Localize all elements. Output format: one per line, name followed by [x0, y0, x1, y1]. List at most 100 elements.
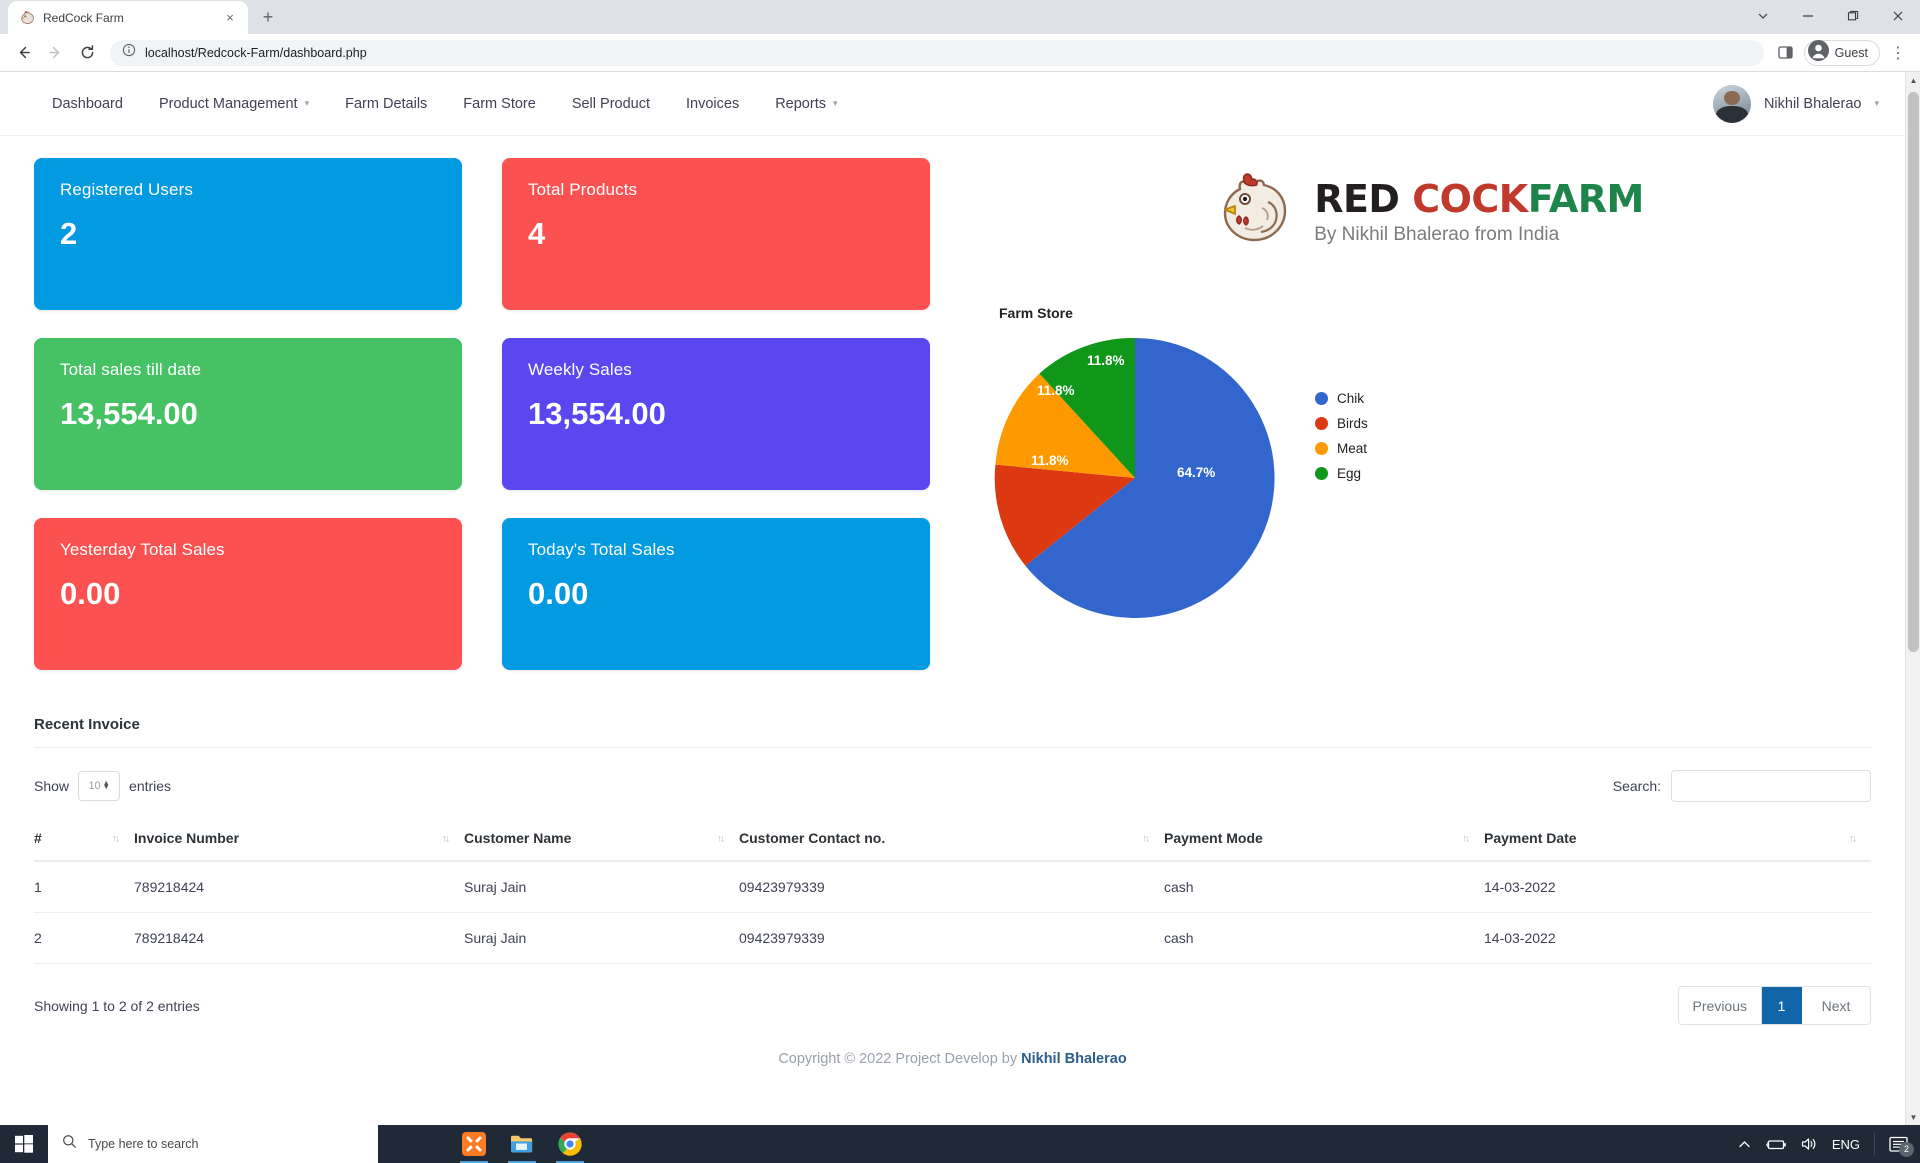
stat-card-total-products[interactable]: Total Products 4 — [502, 158, 930, 310]
show-label: Show — [34, 778, 70, 794]
side-panel-icon[interactable] — [1772, 39, 1800, 67]
chevron-down-icon: ▾ — [832, 98, 838, 108]
column-header-invoice-number[interactable]: Invoice Number ↑↓ — [134, 818, 464, 862]
cell-contact: 09423979339 — [739, 912, 1164, 964]
scrollbar-thumb[interactable] — [1908, 92, 1919, 652]
nav-item-farm-details[interactable]: Farm Details — [327, 88, 445, 120]
stat-card-title: Yesterday Total Sales — [60, 540, 225, 559]
xampp-icon[interactable] — [450, 1125, 498, 1163]
footer-copyright: Copyright © 2022 Project Develop by Nikh… — [34, 1029, 1871, 1083]
window-controls — [1740, 0, 1920, 32]
reload-icon[interactable] — [72, 38, 102, 68]
column-label: Invoice Number — [134, 830, 240, 846]
minimize-button[interactable] — [1785, 0, 1830, 32]
rooster-logo-icon — [1212, 166, 1300, 259]
stat-card-today-sales[interactable]: Today's Total Sales 0.00 — [502, 518, 930, 670]
legend-item-chik[interactable]: Chik — [1315, 391, 1368, 406]
address-bar[interactable]: localhost/Redcock-Farm/dashboard.php — [110, 39, 1764, 66]
legend-item-birds[interactable]: Birds — [1315, 416, 1368, 431]
rooster-favicon — [18, 9, 35, 26]
nav-item-reports[interactable]: Reports ▾ — [757, 88, 855, 120]
chevron-down-icon: ▾ — [304, 98, 310, 108]
nav-item-sell-product[interactable]: Sell Product — [554, 88, 668, 120]
stat-card-row: Registered Users 2 Total Products 4 — [34, 158, 959, 310]
stat-card-row: Total sales till date 13,554.00 Weekly S… — [34, 338, 959, 490]
battery-icon[interactable] — [1765, 1138, 1787, 1151]
pie-plot-area: 64.7% 11.8% 11.8% 11.8% Chik Birds Meat … — [985, 333, 1405, 623]
page-scrollbar[interactable]: ▲ ▼ — [1905, 72, 1920, 1125]
cell-date: 14-03-2022 — [1484, 912, 1871, 964]
pagination-next[interactable]: Next — [1802, 987, 1870, 1024]
chrome-icon[interactable] — [546, 1125, 594, 1163]
browser-tab[interactable]: RedCock Farm × — [8, 1, 248, 34]
cell-num: 2 — [34, 912, 134, 964]
site-info-icon[interactable] — [122, 43, 136, 62]
panel-title: Recent Invoice — [34, 716, 140, 733]
scroll-down-arrow-icon[interactable]: ▼ — [1906, 1109, 1920, 1125]
back-icon[interactable] — [8, 38, 38, 68]
file-explorer-icon[interactable] — [498, 1125, 546, 1163]
close-window-button[interactable] — [1875, 0, 1920, 32]
nav-label: Farm Store — [463, 95, 536, 112]
pagination-page-1[interactable]: 1 — [1762, 987, 1802, 1024]
table-row[interactable]: 2 789218424 Suraj Jain 09423979339 cash … — [34, 912, 1871, 964]
stat-card-total-sales[interactable]: Total sales till date 13,554.00 — [34, 338, 462, 490]
stat-card-title: Registered Users — [60, 180, 193, 199]
entries-per-page-select[interactable]: 10 ▲ ▼ — [78, 771, 121, 801]
chrome-menu-icon[interactable]: ⋮ — [1884, 39, 1912, 67]
stat-card-title: Weekly Sales — [528, 360, 632, 379]
scroll-up-arrow-icon[interactable]: ▲ — [1906, 72, 1920, 88]
nav-item-invoices[interactable]: Invoices — [668, 88, 757, 120]
table-row[interactable]: 1 789218424 Suraj Jain 09423979339 cash … — [34, 861, 1871, 913]
column-header-customer-name[interactable]: Customer Name ↑↓ — [464, 818, 739, 862]
stat-card-registered-users[interactable]: Registered Users 2 — [34, 158, 462, 310]
close-tab-icon[interactable]: × — [222, 10, 238, 26]
stat-card-value: 13,554.00 — [528, 396, 666, 431]
web-page: Dashboard Product Management ▾ Farm Detai… — [0, 72, 1905, 1125]
browser-window: RedCock Farm × + localhost/Redcock-Farm/… — [0, 0, 1920, 1125]
user-menu[interactable]: Nikhil Bhalerao ▾ — [1712, 84, 1879, 123]
nav-item-dashboard[interactable]: Dashboard — [34, 88, 141, 120]
stat-card-weekly-sales[interactable]: Weekly Sales 13,554.00 — [502, 338, 930, 490]
cell-mode: cash — [1164, 912, 1484, 964]
column-label: Customer Name — [464, 830, 572, 846]
maximize-button[interactable] — [1830, 0, 1875, 32]
browser-tab-title: RedCock Farm — [43, 10, 124, 25]
cell-contact: 09423979339 — [739, 861, 1164, 913]
author-link[interactable]: Nikhil Bhalerao — [1021, 1051, 1127, 1067]
search-input[interactable] — [1671, 770, 1871, 802]
column-header-num[interactable]: # ↑↓ — [34, 818, 134, 862]
windows-start-icon[interactable] — [0, 1125, 48, 1163]
show-hidden-icons-icon[interactable] — [1738, 1138, 1751, 1151]
notification-center-icon[interactable]: 2 — [1889, 1136, 1914, 1157]
profile-chip[interactable]: Guest — [1803, 39, 1880, 66]
pie-svg[interactable] — [985, 333, 1285, 623]
system-tray: ENG 2 — [1738, 1133, 1920, 1157]
sort-icon: ↑↓ — [1462, 833, 1470, 845]
dashboard-content: Registered Users 2 Total Products 4 Tota… — [0, 136, 1905, 698]
stat-card-yesterday-sales[interactable]: Yesterday Total Sales 0.00 — [34, 518, 462, 670]
legend-label: Chik — [1337, 391, 1365, 406]
nav-item-farm-store[interactable]: Farm Store — [445, 88, 554, 120]
nav-label: Dashboard — [52, 95, 123, 112]
column-header-customer-contact[interactable]: Customer Contact no. ↑↓ — [739, 818, 1164, 862]
recent-invoice-panel: Recent Invoice Show 10 ▲ ▼ entries Search… — [34, 698, 1871, 1083]
taskbar-search-box[interactable]: Type here to search — [48, 1125, 378, 1163]
stat-card-value: 0.00 — [60, 576, 121, 611]
pie-label-birds: 11.8% — [1031, 453, 1069, 468]
tab-search-icon[interactable] — [1740, 0, 1785, 32]
new-tab-button[interactable]: + — [254, 3, 282, 31]
language-indicator[interactable]: ENG — [1832, 1137, 1860, 1152]
column-header-payment-date[interactable]: Payment Date ↑↓ — [1484, 818, 1871, 862]
volume-icon[interactable] — [1801, 1137, 1818, 1151]
legend-item-egg[interactable]: Egg — [1315, 466, 1368, 481]
column-label: # — [34, 830, 42, 846]
forward-icon[interactable] — [40, 38, 70, 68]
column-header-payment-mode[interactable]: Payment Mode ↑↓ — [1164, 818, 1484, 862]
legend-item-meat[interactable]: Meat — [1315, 441, 1368, 456]
table-controls: Show 10 ▲ ▼ entries Search: — [34, 748, 1871, 812]
entries-value: 10 — [88, 780, 101, 792]
nav-label: Invoices — [686, 95, 740, 112]
pagination-previous[interactable]: Previous — [1678, 987, 1762, 1024]
nav-item-product-management[interactable]: Product Management ▾ — [141, 88, 327, 120]
